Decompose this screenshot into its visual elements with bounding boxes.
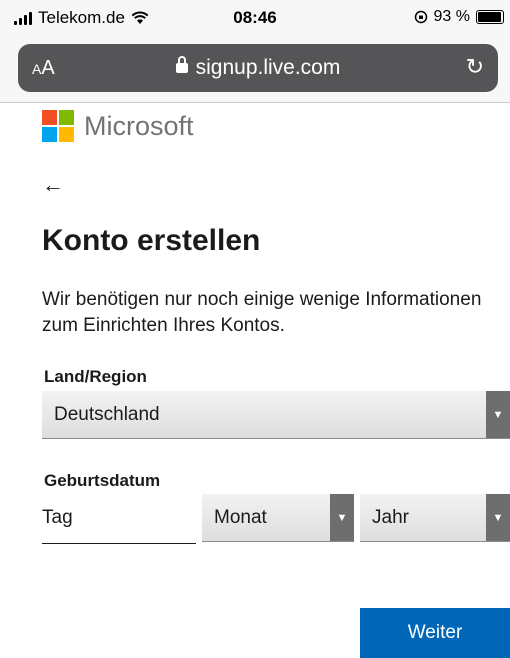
status-bar: Telekom.de 08:46 93 % bbox=[0, 0, 510, 36]
orientation-lock-icon bbox=[414, 10, 427, 24]
country-label: Land/Region bbox=[44, 367, 147, 386]
birth-month-value: Monat bbox=[214, 507, 267, 528]
address-bar[interactable]: AA signup.live.com ↻ bbox=[18, 44, 498, 92]
chevron-down-icon: ▼ bbox=[486, 494, 510, 541]
microsoft-logo-icon bbox=[42, 110, 74, 142]
chevron-down-icon: ▼ bbox=[330, 494, 354, 541]
brand-name: Microsoft bbox=[84, 110, 194, 141]
birth-month-select[interactable]: Monat ▼ bbox=[202, 494, 354, 542]
lock-icon bbox=[175, 56, 188, 73]
birth-year-select[interactable]: Jahr ▼ bbox=[360, 494, 510, 542]
next-button[interactable]: Weiter bbox=[360, 608, 510, 658]
microsoft-logo: Microsoft bbox=[42, 110, 194, 142]
page-title: Konto erstellen bbox=[42, 224, 261, 257]
page-description: Wir benötigen nur noch einige wenige Inf… bbox=[42, 289, 482, 336]
reload-icon[interactable]: ↻ bbox=[466, 54, 484, 80]
chevron-down-icon: ▼ bbox=[486, 391, 510, 438]
url-text: signup.live.com bbox=[195, 56, 341, 79]
birth-day-field[interactable] bbox=[42, 492, 196, 544]
country-select[interactable]: Deutschland ▼ bbox=[42, 391, 510, 439]
browser-toolbar: AA signup.live.com ↻ bbox=[0, 36, 510, 103]
birth-day-input[interactable] bbox=[42, 507, 192, 529]
battery-percent: 93 % bbox=[433, 8, 470, 25]
birthdate-label: Geburtsdatum bbox=[44, 471, 161, 490]
back-arrow-icon[interactable]: ← bbox=[42, 172, 64, 198]
birth-year-value: Jahr bbox=[372, 507, 409, 528]
country-value: Deutschland bbox=[54, 404, 160, 425]
battery-icon bbox=[476, 10, 504, 24]
